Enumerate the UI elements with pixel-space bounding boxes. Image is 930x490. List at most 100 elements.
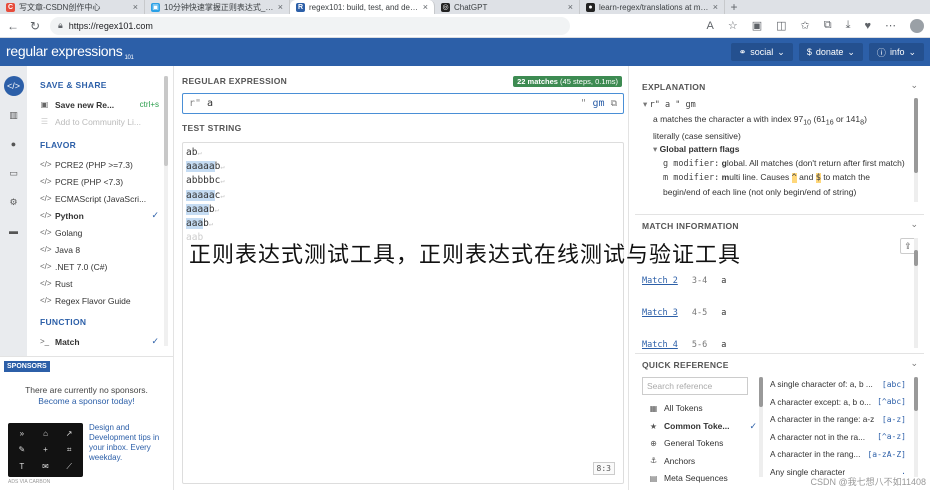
app-header: regular expressions 101 ⚭ social ⌄ $ donate ⌄…: [0, 38, 930, 66]
save-regex-button[interactable]: ▣ Save new Re... ctrl+s: [40, 96, 173, 113]
chevron-down-icon[interactable]: ⌄: [910, 80, 918, 91]
match-item[interactable]: Match 4 5-6 a: [642, 340, 726, 350]
regex-editor-icon[interactable]: </>: [3, 76, 24, 96]
newline-icon: ↵: [220, 163, 225, 172]
reload-icon[interactable]: ↻: [28, 19, 42, 33]
regex-pattern[interactable]: a: [207, 98, 213, 109]
test-line: aaab↵: [186, 217, 620, 231]
settings-dots-icon[interactable]: ⋯: [885, 19, 896, 32]
favorites-icon[interactable]: ✩: [801, 19, 810, 32]
become-sponsor-link[interactable]: Become a sponsor today!: [0, 396, 173, 407]
reference-category[interactable]: ⊕ General Tokens: [649, 438, 757, 448]
test-string-editor[interactable]: ab↵ aaaaab↵ abbbbc↵ aaaaac↵ aaaab↵ aaab↵ aab …: [182, 142, 624, 484]
app-logo[interactable]: regular expressions 101: [6, 43, 134, 62]
star-icon[interactable]: ☆: [728, 19, 738, 32]
tab-title: 写文章-CSDN创作中心: [19, 2, 101, 12]
ad-note[interactable]: ADS VIA CARBON: [8, 479, 50, 485]
back-icon[interactable]: ←: [6, 19, 20, 33]
flavor-option[interactable]: </> Rust: [40, 275, 173, 292]
flavor-option[interactable]: </> Regex Flavor Guide: [40, 292, 173, 309]
extension-icon[interactable]: ▣: [752, 19, 762, 32]
reference-item[interactable]: A character in the rang... [a-zA-Z]: [770, 449, 906, 459]
chevron-down-icon[interactable]: ⌄: [910, 219, 918, 230]
reference-item[interactable]: A character in the range: a-z [a-z]: [770, 414, 906, 424]
reference-search-input[interactable]: Search reference: [642, 377, 748, 395]
add-to-community-button[interactable]: ☰ Add to Community Li...: [40, 113, 173, 130]
regex-flags[interactable]: " gm: [580, 98, 604, 109]
explanation-heading[interactable]: EXPLANATION: [642, 82, 706, 92]
test-line: aaaaac↵: [186, 189, 620, 203]
social-icon: ⚭: [738, 46, 747, 57]
performance-icon[interactable]: ♥: [864, 20, 871, 32]
browser-tab[interactable]: ◎ ChatGPT ×: [435, 0, 580, 14]
reference-item[interactable]: A character not in the ra... [^a-z]: [770, 432, 906, 442]
match-count-badge: 22 matches (45 steps, 0.1ms): [513, 76, 622, 87]
reference-item[interactable]: A character except: a, b o... [^abc]: [770, 397, 906, 407]
crop-icon: ⌗: [66, 444, 72, 454]
flavor-option[interactable]: </> PCRE (PHP <7.3): [40, 173, 173, 190]
code-icon: </>: [40, 177, 52, 186]
match-item[interactable]: Match 3 4-5 a: [642, 308, 726, 318]
settings-icon[interactable]: ⚙: [4, 192, 24, 212]
ad-text[interactable]: Design and Development tips in your inbo…: [89, 423, 169, 463]
chevron-down-icon[interactable]: ⌄: [910, 358, 918, 369]
newline-icon: ↵: [214, 205, 219, 214]
close-icon[interactable]: ×: [423, 2, 428, 12]
sponsors-text: There are currently no sponsors.: [25, 385, 148, 395]
reference-scrollbar[interactable]: [914, 377, 918, 477]
community-icon: ☰: [40, 117, 49, 126]
chevron-down-icon: ⌄: [777, 46, 785, 57]
regex-input[interactable]: r" a " gm ⧉: [182, 93, 624, 114]
browser-tab[interactable]: ▣ 10分钟快速掌握正则表达式_脚本 ×: [145, 0, 290, 14]
category-icon: ★: [649, 421, 658, 431]
slash-icon: ⟋: [66, 461, 72, 471]
match-item[interactable]: Match 2 3-4 a: [642, 276, 726, 286]
reference-item[interactable]: A single character of: a, b ... [abc]: [770, 379, 906, 389]
split-screen-icon[interactable]: ◫: [776, 19, 786, 32]
new-tab-icon[interactable]: +: [725, 0, 743, 14]
close-icon[interactable]: ×: [278, 2, 283, 12]
social-button[interactable]: ⚭ social ⌄: [730, 43, 793, 61]
save-share-heading: SAVE & SHARE: [40, 80, 107, 90]
account-icon[interactable]: ●: [4, 134, 24, 154]
reference-category[interactable]: ▦ All Tokens: [649, 403, 757, 413]
copy-icon[interactable]: ⧉: [611, 99, 617, 109]
flavor-option[interactable]: </> ECMAScript (JavaScri...: [40, 190, 173, 207]
match-info-heading[interactable]: MATCH INFORMATION: [642, 221, 739, 231]
close-icon[interactable]: ×: [133, 2, 138, 12]
category-icon: ▤: [649, 473, 658, 483]
donate-button[interactable]: $ donate ⌄: [798, 43, 863, 61]
close-icon[interactable]: ×: [713, 2, 718, 12]
code-icon: </>: [40, 211, 52, 220]
category-scrollbar[interactable]: [759, 377, 763, 477]
home-icon: ⌂: [43, 428, 48, 438]
ad-image[interactable]: » ⌂ ↗ ✎ + ⌗ T ✉ ⟋: [8, 423, 83, 477]
library-icon[interactable]: ▥: [4, 105, 24, 125]
save-icon: ▣: [40, 100, 49, 109]
function-match[interactable]: >_ Match ✓: [40, 333, 173, 350]
quiz-icon[interactable]: ▭: [4, 163, 24, 183]
tab-title: 10分钟快速掌握正则表达式_脚本: [164, 2, 274, 12]
read-aloud-icon[interactable]: A: [706, 20, 713, 32]
profile-avatar[interactable]: [910, 18, 924, 33]
close-icon[interactable]: ×: [568, 2, 573, 12]
info-button[interactable]: ⓘ info ⌄: [868, 43, 924, 61]
match-highlight: aaa: [186, 217, 204, 229]
explanation-scrollbar[interactable]: [914, 98, 918, 202]
explanation-body: ▾ r" a " gm a matches the character a wi…: [643, 99, 905, 197]
flavor-option[interactable]: </> Python ✓: [40, 207, 173, 224]
sidebar-scrollbar[interactable]: [164, 76, 168, 346]
download-icon[interactable]: ⤓: [846, 19, 851, 32]
browser-tab[interactable]: ● learn-regex/translations at mast ×: [580, 0, 725, 14]
collections-icon[interactable]: ⧉: [824, 19, 832, 32]
quick-reference-heading[interactable]: QUICK REFERENCE: [642, 360, 729, 370]
reference-category[interactable]: ★ Common Toke... ✓: [649, 421, 757, 432]
browser-tab[interactable]: C 写文章-CSDN创作中心 ×: [0, 0, 145, 14]
reference-category[interactable]: ⚓ Anchors: [649, 456, 757, 466]
flavor-option[interactable]: </> PCRE2 (PHP >=7.3): [40, 156, 173, 173]
reference-category[interactable]: ▤ Meta Sequences: [649, 473, 757, 483]
test-line: abbbbc↵: [186, 174, 620, 188]
browser-tab[interactable]: Rregex101: build, test, and debug ×: [290, 0, 435, 14]
sidebar: SAVE & SHARE ▣ Save new Re... ctrl+s ☰ A…: [27, 66, 173, 356]
address-bar[interactable]: 🔒︎ https://regex101.com: [50, 16, 570, 35]
